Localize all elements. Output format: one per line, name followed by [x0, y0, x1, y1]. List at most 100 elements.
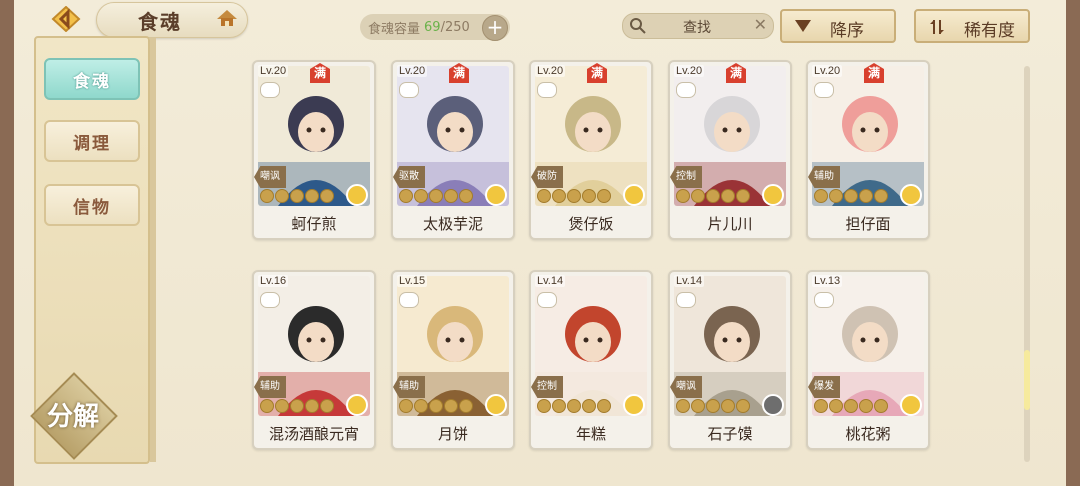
- star-icon: [414, 399, 428, 413]
- level-label: Lv.16: [258, 275, 289, 287]
- star-icon: [844, 399, 858, 413]
- star-icon: [305, 399, 319, 413]
- food-soul-card[interactable]: Lv.15 辅助月饼: [391, 270, 515, 450]
- food-soul-card[interactable]: Lv.20 满辅助 担仔面: [806, 60, 930, 240]
- sort-order-label: 降序: [830, 21, 864, 41]
- star-icon: [567, 399, 581, 413]
- star-icon: [736, 399, 750, 413]
- favorite-icon: [676, 292, 696, 308]
- level-label: Lv.14: [535, 275, 566, 287]
- card-name: 太极芋泥: [422, 215, 483, 233]
- sort-toggle-icon: [930, 20, 944, 34]
- star-icon: [829, 189, 843, 203]
- star-icon: [399, 399, 413, 413]
- star-icon: [537, 189, 551, 203]
- search-input[interactable]: 查找 ✕: [622, 13, 774, 39]
- sidebar-tab-label: 信物: [73, 197, 111, 218]
- star-icon: [874, 399, 888, 413]
- home-icon[interactable]: [216, 8, 238, 32]
- sidebar-edge: [150, 38, 156, 462]
- card-name: 月饼: [437, 425, 468, 443]
- add-capacity-button[interactable]: +: [482, 15, 508, 41]
- level-label: Lv.20: [674, 65, 705, 77]
- food-soul-card[interactable]: Lv.14 控制 年糕: [529, 270, 653, 450]
- star-rating: [814, 189, 888, 203]
- favorite-icon: [537, 82, 557, 98]
- rarity-flower-icon: [900, 184, 922, 206]
- card-name: 担仔面: [845, 215, 891, 233]
- card-name: 桃花粥: [845, 425, 891, 443]
- role-tag: 爆发: [808, 376, 840, 398]
- star-icon: [676, 399, 690, 413]
- search-icon: [630, 18, 646, 34]
- sort-by-button[interactable]: 稀有度: [914, 9, 1030, 43]
- sort-order-button[interactable]: 降序: [780, 9, 896, 43]
- capacity-label: 食魂容量: [368, 21, 421, 37]
- star-icon: [260, 399, 274, 413]
- role-tag: 嘲讽: [254, 166, 286, 188]
- food-soul-card[interactable]: Lv.20 满嘲讽 蚵仔煎: [252, 60, 376, 240]
- scrollbar-thumb[interactable]: [1024, 350, 1030, 410]
- star-icon: [275, 399, 289, 413]
- search-placeholder: 查找: [683, 20, 711, 36]
- sidebar-tab-cooking[interactable]: 调理: [44, 120, 140, 162]
- card-name: 煲仔饭: [568, 215, 614, 233]
- star-icon: [874, 189, 888, 203]
- level-label: Lv.20: [812, 65, 843, 77]
- favorite-icon: [814, 82, 834, 98]
- card-name: 蚵仔煎: [291, 215, 337, 233]
- star-icon: [691, 189, 705, 203]
- rarity-flower-icon: [762, 184, 784, 206]
- capacity-max: /250: [440, 19, 470, 35]
- rarity-flower-icon: [346, 394, 368, 416]
- star-rating: [814, 399, 888, 413]
- favorite-icon: [814, 292, 834, 308]
- decompose-label: 分解: [46, 402, 99, 432]
- sidebar-tab-food-soul[interactable]: 食魂: [44, 58, 140, 100]
- star-icon: [706, 399, 720, 413]
- star-icon: [736, 189, 750, 203]
- star-icon: [414, 189, 428, 203]
- star-icon: [320, 399, 334, 413]
- food-soul-card[interactable]: Lv.14 嘲讽 石子馍: [668, 270, 792, 450]
- card-name: 片儿川: [707, 215, 753, 233]
- food-soul-card[interactable]: Lv.20 满破防 煲仔饭: [529, 60, 653, 240]
- back-arrow-icon: [51, 6, 81, 32]
- level-label: Lv.15: [397, 275, 428, 287]
- star-icon: [814, 189, 828, 203]
- triangle-down-icon: [795, 20, 811, 32]
- star-icon: [429, 399, 443, 413]
- star-rating: [537, 189, 611, 203]
- star-icon: [691, 399, 705, 413]
- star-icon: [582, 189, 596, 203]
- card-name: 石子馍: [707, 425, 753, 443]
- sidebar-tab-label: 食魂: [73, 71, 111, 92]
- star-icon: [721, 399, 735, 413]
- card-name: 混汤酒酿元宵: [268, 425, 359, 443]
- food-soul-card[interactable]: Lv.20 满驱散 太极芋泥: [391, 60, 515, 240]
- back-button[interactable]: [40, 4, 92, 34]
- role-tag: 辅助: [393, 376, 425, 398]
- sidebar-tab-tokens[interactable]: 信物: [44, 184, 140, 226]
- role-tag: 控制: [670, 166, 702, 188]
- favorite-icon: [676, 82, 696, 98]
- card-name: 年糕: [575, 425, 606, 443]
- decompose-button[interactable]: 分解: [30, 372, 118, 460]
- clear-icon[interactable]: ✕: [754, 15, 767, 34]
- food-soul-card[interactable]: Lv.20 满控制 片儿川: [668, 60, 792, 240]
- star-rating: [260, 399, 334, 413]
- star-icon: [444, 399, 458, 413]
- rarity-flower-icon: [900, 394, 922, 416]
- star-icon: [567, 189, 581, 203]
- level-label: Lv.20: [258, 65, 289, 77]
- star-icon: [290, 399, 304, 413]
- favorite-icon: [399, 82, 419, 98]
- star-icon: [597, 189, 611, 203]
- rarity-flower-icon: [623, 394, 645, 416]
- role-tag: 辅助: [254, 376, 286, 398]
- star-icon: [859, 399, 873, 413]
- page-title: 食魂: [138, 10, 182, 34]
- food-soul-card[interactable]: Lv.13 爆发 桃花粥: [806, 270, 930, 450]
- food-soul-card[interactable]: Lv.16 辅助混汤酒酿元宵: [252, 270, 376, 450]
- star-icon: [290, 189, 304, 203]
